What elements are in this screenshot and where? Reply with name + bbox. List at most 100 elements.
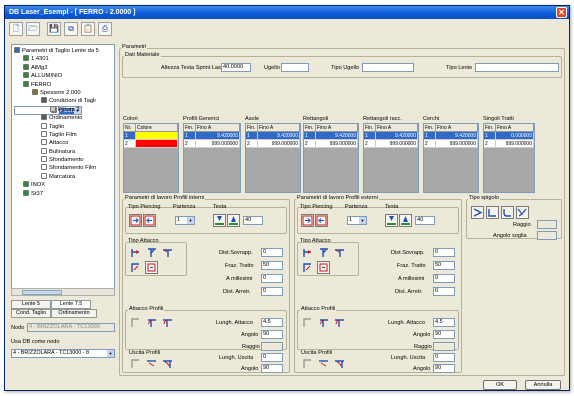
esterni-partenza-select[interactable]: 1 [347, 216, 367, 225]
use-db-select[interactable]: 4 - BRIZZOLARA - TC13000 - 8 [11, 349, 115, 358]
grid-asole[interactable]: Fin. Fino A 1 9.420000 2 999.000000 [245, 123, 301, 193]
annulla-button[interactable]: Annulla [525, 380, 561, 390]
table-row[interactable]: 1 9.420000 [304, 132, 358, 140]
grid-header-cell[interactable]: Fin. [364, 124, 376, 131]
table-cell[interactable]: 999.000000 [436, 140, 478, 147]
print-icon[interactable]: ⎙ [98, 22, 112, 36]
interni-dist-arretr-input[interactable]: 0 [261, 287, 283, 296]
ok-button[interactable]: OK [483, 380, 517, 390]
table-row[interactable]: 1 9.420000 [184, 132, 240, 140]
spigolo-loop-icon[interactable] [516, 206, 529, 219]
table-row[interactable]: 2 999.000000 [184, 140, 240, 148]
table-cell[interactable]: 2 [364, 140, 376, 147]
grid-header-cell[interactable]: Fin. [484, 124, 496, 131]
attacco-arc-icon[interactable] [129, 261, 142, 274]
head-up-icon[interactable] [227, 214, 240, 227]
table-cell[interactable] [136, 132, 178, 139]
table-cell[interactable]: 2 [424, 140, 436, 147]
table-cell[interactable]: 9.420000 [316, 132, 358, 139]
esterni-attacco-profili-angle-icon[interactable] [317, 316, 330, 329]
table-row[interactable]: 2 999.000000 [484, 140, 534, 148]
table-cell[interactable]: 999.000000 [376, 140, 418, 147]
esterni-piercing-out-icon[interactable] [315, 214, 328, 227]
esterni-head-down-icon[interactable] [385, 214, 398, 227]
tree-item[interactable]: FERRO [14, 80, 112, 89]
tab-lente5[interactable]: Lente 5 [11, 300, 51, 309]
tree-item[interactable]: Taglio Film [14, 130, 112, 139]
attacco-perpendicular-icon[interactable] [129, 246, 142, 259]
tree-item[interactable]: St37 [14, 189, 112, 198]
tree-item[interactable]: Sfondamento Film [14, 164, 112, 172]
table-cell[interactable]: 999.000000 [496, 140, 534, 147]
tree-item[interactable]: Sfondamento [14, 156, 112, 164]
esterni-angolo2-input[interactable]: 90 [433, 364, 455, 373]
esterni-uscita-profili-angle-icon[interactable] [317, 357, 330, 370]
esterni-attacco-angled-icon[interactable] [317, 246, 330, 259]
table-row[interactable]: 2 999.000000 [246, 140, 300, 148]
table-cell[interactable]: 9.420000 [436, 132, 478, 139]
piercing-out-icon[interactable] [143, 214, 156, 227]
table-row[interactable]: 1 0.000000 [484, 132, 534, 140]
ugello-input[interactable] [281, 63, 309, 72]
esterni-attacco-perpendicular-icon[interactable] [301, 246, 314, 259]
uscita-profili-angle-icon[interactable] [145, 357, 158, 370]
esterni-a-millesimi-input[interactable]: 0 [433, 274, 455, 283]
table-cell[interactable]: 9.420000 [196, 132, 240, 139]
table-cell[interactable] [136, 140, 178, 147]
table-cell[interactable]: 2 [484, 140, 496, 147]
table-cell[interactable]: 9.420000 [258, 132, 300, 139]
table-row[interactable]: 2 999.000000 [424, 140, 478, 148]
esterni-uscita-profili-line-icon[interactable] [301, 357, 314, 370]
attacco-profili-curve-icon[interactable] [161, 316, 174, 329]
esterni-piercing-in-icon[interactable] [301, 214, 314, 227]
table-cell[interactable]: 1 [484, 132, 496, 139]
table-row[interactable]: 1 9.420000 [424, 132, 478, 140]
attacco-profili-angle-icon[interactable] [145, 316, 158, 329]
esterni-attacco-profili-curve-icon[interactable] [333, 316, 346, 329]
spigolo-sharp-icon[interactable] [471, 206, 484, 219]
uscita-profili-curve-icon[interactable] [161, 357, 174, 370]
esterni-attacco-arc-icon[interactable] [301, 261, 314, 274]
tree-item[interactable]: Bulinatura [14, 147, 112, 156]
tree-item[interactable]: Pittura 2 [14, 105, 112, 114]
interni-testa-input[interactable]: 40 [243, 216, 263, 225]
table-cell[interactable]: 999.000000 [316, 140, 358, 147]
interni-partenza-select[interactable]: 1 [175, 216, 195, 225]
grid-header-cell[interactable]: Fino A [376, 124, 418, 131]
grid-profili-generici[interactable]: Fin. Fino A 1 9.420000 2 999.000000 [183, 123, 241, 193]
table-row[interactable]: 2 999.000000 [364, 140, 418, 148]
scrollbar-thumb[interactable] [22, 290, 62, 295]
table-row[interactable]: 2 [124, 140, 178, 148]
piercing-in-icon[interactable] [129, 214, 142, 227]
table-row[interactable]: 1 [124, 132, 178, 140]
grid-header-cell[interactable]: Nr. [124, 124, 136, 131]
tree-item[interactable]: INOX [14, 181, 112, 189]
horizontal-scrollbar[interactable] [11, 288, 115, 296]
table-cell[interactable]: 2 [184, 140, 196, 147]
table-cell[interactable]: 999.000000 [258, 140, 300, 147]
grid-colori[interactable]: Nr. Colore 1 2 [123, 123, 179, 193]
table-cell[interactable]: 2 [246, 140, 258, 147]
esterni-dist-sovrapp-input[interactable]: 0 [433, 248, 455, 257]
esterni-attacco-tangent-icon[interactable] [333, 246, 346, 259]
grid-rettangoli-racc[interactable]: Fin. Fino A 1 9.420000 2 999.000000 [363, 123, 419, 193]
table-cell[interactable]: 2 [304, 140, 316, 147]
table-cell[interactable]: 1 [246, 132, 258, 139]
grid-singoli-tratti[interactable]: Fin. Fino A 1 0.000000 2 999.000000 [483, 123, 535, 193]
esterni-angolo-input[interactable]: 90 [433, 330, 455, 339]
uscita-profili-line-icon[interactable] [129, 357, 142, 370]
open-icon[interactable]: 🗁 [26, 22, 40, 36]
grid-header-cell[interactable]: Fin. [246, 124, 258, 131]
tree-item[interactable]: Ordinamento [14, 114, 112, 122]
grid-cerchi[interactable]: Fin. Fino A 1 9.420000 2 999.000000 [423, 123, 479, 193]
interni-lungh-attacco-input[interactable]: 4.5 [261, 318, 283, 327]
table-cell[interactable]: 2 [124, 140, 136, 147]
tab-cond-taglio[interactable]: Cond. Taglio [11, 309, 51, 318]
attacco-tangent-icon[interactable] [161, 246, 174, 259]
interni-a-millesimi-input[interactable]: 0 [261, 274, 283, 283]
tree-item[interactable]: Spessore 2.000 [14, 88, 112, 97]
attacco-profili-line-icon[interactable] [129, 316, 142, 329]
grid-header-cell[interactable]: Fino A [258, 124, 300, 131]
tree-item[interactable]: Taglio [14, 122, 112, 131]
save-icon[interactable]: 💾 [47, 22, 61, 36]
